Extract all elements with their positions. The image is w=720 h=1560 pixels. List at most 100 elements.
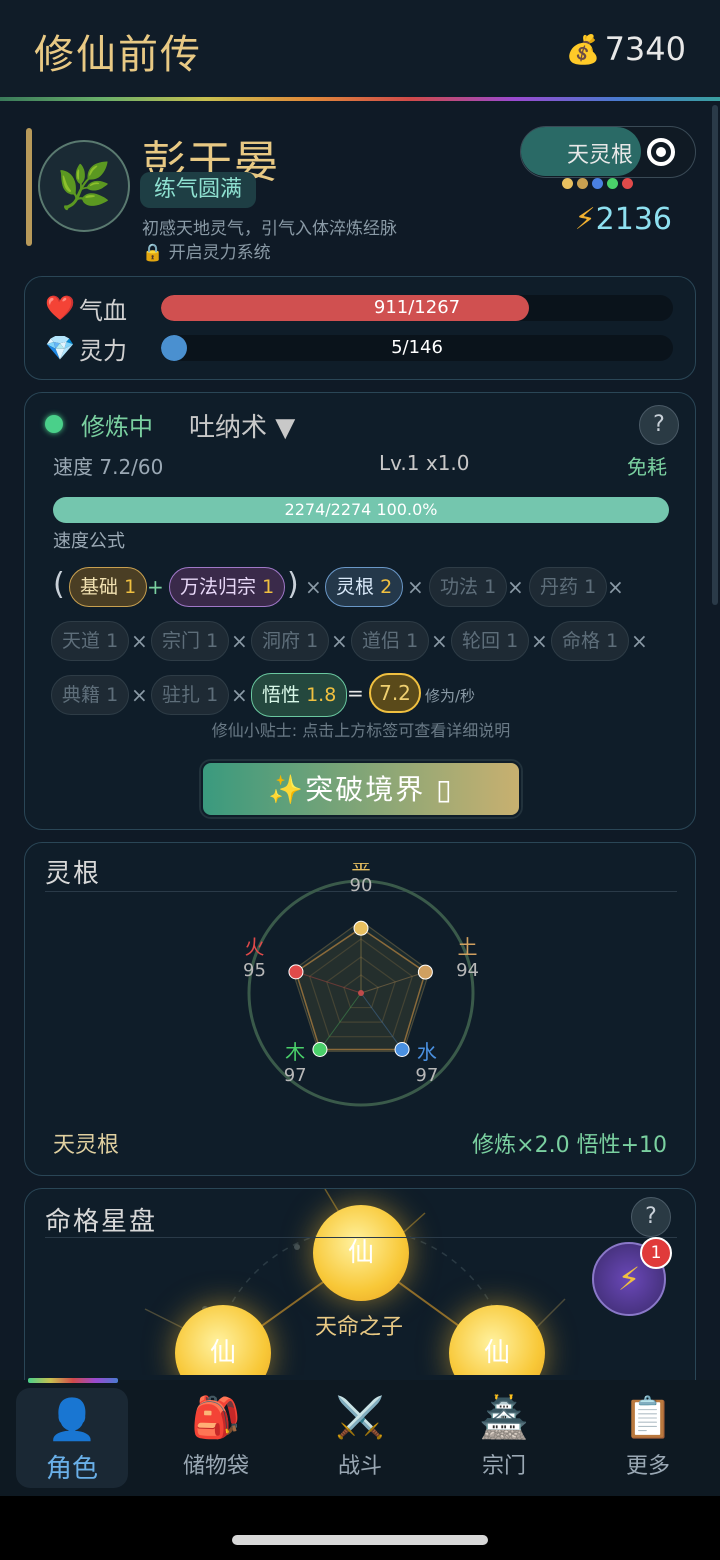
tag-label: 命格 [562, 630, 601, 652]
nav-label: 储物袋 [182, 1454, 249, 1479]
mp-row: 💎 灵力 [45, 333, 159, 365]
element-dot [562, 178, 573, 189]
radar-point [288, 964, 304, 980]
tag-value: 1 [262, 576, 275, 598]
scrollbar[interactable] [712, 105, 718, 605]
tag-value: 1 [406, 630, 419, 652]
mp-value: 5/146 [391, 337, 443, 358]
tag-wisdom[interactable]: 悟性 1.8 [251, 673, 348, 717]
app-title: 修仙前传 [34, 32, 202, 78]
technique-dropdown[interactable]: 吐纳术 ▼ [189, 407, 295, 444]
radar-point [417, 964, 433, 980]
system-bar [0, 1496, 720, 1560]
tag-dongfu[interactable]: 洞府 1 [251, 621, 330, 661]
realm-description: 初感天地灵气，引气入体淬炼经脉 [142, 219, 397, 239]
destiny-orb-main[interactable]: 仙 [313, 1205, 409, 1301]
radar-element-value: 90 [350, 875, 373, 896]
lightning-icon: ⚡ [617, 1260, 641, 1298]
plus-sign: + [147, 575, 164, 599]
tag-label: 悟性 [262, 684, 301, 706]
coin-count: 7340 [604, 30, 686, 68]
tag-tiandao[interactable]: 天道 1 [51, 621, 130, 661]
unlock-hint: 🔒 开启灵力系统 [142, 238, 271, 263]
coin-balance: 💰 7340 [566, 30, 686, 68]
times-sign: × [531, 629, 548, 653]
tag-danyao[interactable]: 丹药 1 [529, 567, 608, 607]
tag-mingge[interactable]: 命格 1 [551, 621, 630, 661]
home-indicator[interactable] [232, 1535, 488, 1545]
element-dot [577, 178, 588, 189]
spirit-root-bonus: 修炼×2.0 悟性+10 [472, 1133, 667, 1158]
power-value: 2136 [595, 202, 672, 237]
tag-label: 基础 [80, 576, 119, 598]
tag-label: 典籍 [62, 684, 101, 706]
tag-label: 驻扎 [162, 684, 201, 706]
tag-value: 1 [306, 630, 319, 652]
element-dot [592, 178, 603, 189]
tag-method[interactable]: 万法归宗 1 [169, 567, 286, 607]
tag-zhuzha[interactable]: 驻扎 1 [151, 675, 230, 715]
person-icon: 👤 [47, 1397, 97, 1443]
cost-text: 免耗 [627, 455, 667, 479]
radar-element-value: 94 [456, 960, 479, 981]
radar-element-label: 火 [244, 935, 264, 959]
times-sign: × [407, 575, 424, 599]
tag-base[interactable]: 基础 1 [69, 567, 148, 607]
spirit-root-toggle[interactable]: 天灵根 [520, 126, 696, 178]
hp-value: 911/1267 [373, 297, 461, 318]
cultivation-progress: 2274/2274 100.0% [53, 497, 669, 523]
element-dots [562, 178, 633, 189]
radar-element-value: 95 [243, 960, 266, 981]
hp-label: 气血 [79, 296, 127, 325]
tag-label: 功法 [440, 576, 479, 598]
times-sign: × [231, 683, 248, 707]
progress-text: 2274/2274 100.0% [284, 500, 438, 519]
tag-label: 灵根 [336, 576, 375, 598]
tip-text: 修仙小贴士: 点击上方标签可查看详细说明 [211, 721, 511, 740]
radar-element-label: 木 [285, 1040, 305, 1064]
radar-point [394, 1042, 410, 1058]
times-sign: × [431, 629, 448, 653]
nav-battle[interactable]: ⚔️ 战斗 [288, 1380, 432, 1496]
tag-value: 1 [124, 576, 137, 598]
tag-lunhui[interactable]: 轮回 1 [451, 621, 530, 661]
paren-open: ( [53, 567, 65, 602]
nav-storage-bag[interactable]: 🎒 储物袋 [144, 1380, 288, 1496]
level-text: Lv.1 x1.0 [379, 451, 470, 475]
status-dot-icon [45, 415, 63, 433]
tag-daolv[interactable]: 道侣 1 [351, 621, 430, 661]
tag-label: 天道 [62, 630, 101, 652]
nav-role[interactable]: 👤 角色 [16, 1388, 128, 1488]
tag-value: 1.8 [306, 684, 337, 706]
nav-label: 角色 [45, 1454, 98, 1484]
hp-bar: 911/1267 [161, 295, 673, 321]
tag-gongfa[interactable]: 功法 1 [429, 567, 508, 607]
temple-icon: 🏯 [479, 1395, 529, 1441]
card-accent [26, 128, 32, 246]
radar-element-label: 水 [417, 1040, 437, 1064]
nav-sect[interactable]: 🏯 宗门 [432, 1380, 576, 1496]
tag-dianji[interactable]: 典籍 1 [51, 675, 130, 715]
radar-center [358, 990, 364, 996]
radar-point [312, 1042, 328, 1058]
avatar[interactable]: 🌿 [38, 140, 130, 232]
lightning-icon: ⚡ [574, 202, 596, 237]
destiny-help-button[interactable]: ? [631, 1197, 671, 1237]
spirit-root-type: 天灵根 [53, 1133, 120, 1158]
tag-value: 1 [206, 630, 219, 652]
tag-spirit-root[interactable]: 灵根 2 [325, 567, 404, 607]
cultivation-status: 修炼中 [81, 413, 153, 441]
breakthrough-button[interactable]: ✨突破境界 ▯ [201, 761, 521, 817]
nav-more[interactable]: 📋 更多 [576, 1380, 720, 1496]
times-sign: × [305, 575, 322, 599]
herb-icon: 🌿 [56, 161, 112, 212]
app-header: 修仙前传 💰 7340 [0, 0, 720, 100]
heart-icon: ❤️ [45, 294, 75, 322]
tag-zongmen[interactable]: 宗门 1 [151, 621, 230, 661]
speed-result[interactable]: 7.2 [369, 673, 421, 713]
cultivation-help-button[interactable]: ? [639, 405, 679, 445]
times-sign: × [131, 629, 148, 653]
spirit-root-radar: 金90土94水97木97火95 [243, 863, 479, 1107]
toggle-knob-icon [647, 138, 675, 166]
stats-card: ❤️ 气血 911/1267 💎 灵力 5/146 [24, 276, 696, 380]
